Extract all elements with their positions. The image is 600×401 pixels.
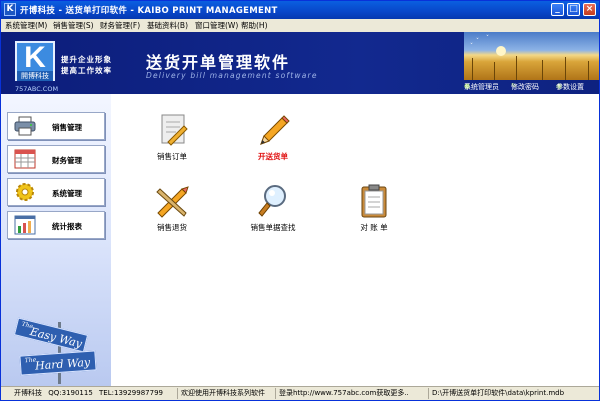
hard-way-sign: The Hard Way xyxy=(19,350,97,376)
calendar-icon xyxy=(14,149,36,169)
bird-icon: ˇ xyxy=(486,35,489,42)
menu-window[interactable]: 窗口管理(W) xyxy=(195,20,238,31)
sidebar-item-finance[interactable]: 财务管理 xyxy=(7,145,105,173)
logo-letter: K xyxy=(24,41,46,74)
menu-bar: 系统管理(M) 销售管理(S) 财务管理(F) 基础资料(B) 窗口管理(W) … xyxy=(1,19,599,32)
close-button[interactable]: × xyxy=(583,3,596,16)
sidebar-item-system-label: 系统管理 xyxy=(52,189,82,198)
tools-cross-icon xyxy=(156,186,189,218)
bird-icon: ˇ xyxy=(470,43,473,50)
sidebar-item-reports[interactable]: 统计报表 xyxy=(7,211,105,239)
printer-icon xyxy=(14,116,36,136)
status-company: 开博科技 QQ:3190115 TEL:13929987799 xyxy=(11,388,171,399)
sidebar-item-reports-label: 统计报表 xyxy=(52,222,82,231)
magnifier-icon xyxy=(258,185,286,217)
banner-subtitle: Delivery bill management software xyxy=(146,71,318,80)
order-document-icon xyxy=(161,114,188,146)
tile-find-sales-document-label: 销售单据查找 xyxy=(250,223,296,232)
application-window: K 开博科技 - 送货单打印软件 - KAIBO PRINT MANAGEMEN… xyxy=(0,0,600,401)
menu-sales[interactable]: 销售管理(S) xyxy=(53,20,94,31)
tile-sales-return-label: 销售退货 xyxy=(157,223,187,232)
status-welcome: 欢迎使用开博科技系列软件 xyxy=(177,388,272,399)
admin-link-label: 系统管理员 xyxy=(464,83,499,91)
tile-statement[interactable]: 对 账 单 xyxy=(329,183,419,243)
wheat-stalk xyxy=(565,57,566,80)
tile-create-delivery-note-label: 开送货单 xyxy=(258,152,288,161)
sidebar-item-finance-label: 财务管理 xyxy=(52,156,82,165)
menu-help[interactable]: 帮助(H) xyxy=(241,20,268,31)
wheat-stalk xyxy=(494,62,495,80)
wheat-stalk xyxy=(472,58,473,80)
header-banner: K 開博科技 757ABC.COM 提升企业形象 提高工作效率 送货开单管理软件… xyxy=(1,32,599,94)
settings-link-label: 参数设置 xyxy=(556,83,584,91)
menu-system[interactable]: 系统管理(M) xyxy=(5,20,47,31)
logo-brand: 開博科技 xyxy=(17,71,53,81)
chart-icon xyxy=(14,215,36,235)
sidebar-item-system[interactable]: 系统管理 xyxy=(7,178,105,206)
sidebar-item-sales-label: 销售管理 xyxy=(52,123,82,132)
sun-graphic xyxy=(496,46,506,56)
banner-title: 送货开单管理软件 xyxy=(146,53,291,72)
wheat-stalk xyxy=(542,60,543,80)
sidebar: 销售管理 财务管理 系统管理 统计报表 The Easy Way The Har… xyxy=(1,94,111,386)
tile-sales-order-label: 销售订单 xyxy=(157,152,187,161)
gear-icon xyxy=(16,183,34,201)
company-logo: K 開博科技 xyxy=(15,41,55,81)
minimize-button[interactable]: _ xyxy=(551,3,564,16)
tile-create-delivery-note[interactable]: 开送货单 xyxy=(228,112,318,172)
menu-finance[interactable]: 财务管理(F) xyxy=(100,20,140,31)
main-content: 销售订单 开送货单 销售退货 销售单据查找 对 账 单 xyxy=(111,94,599,386)
status-qq: QQ:3190115 xyxy=(48,389,93,397)
menu-basic-data[interactable]: 基础资料(B) xyxy=(147,20,188,31)
change-password-label: 修改密码 xyxy=(511,83,539,91)
tile-find-sales-document[interactable]: 销售单据查找 xyxy=(228,183,318,243)
tile-sales-return[interactable]: 销售退货 xyxy=(127,183,217,243)
bird-icon: ˇ xyxy=(476,38,479,45)
wheat-field-image: ˇ ˇ ˇ xyxy=(464,32,599,80)
easy-way-sign: The Easy Way xyxy=(13,317,89,353)
slogan-line-1: 提升企业形象 xyxy=(61,55,112,64)
title-bar[interactable]: K 开博科技 - 送货单打印软件 - KAIBO PRINT MANAGEMEN… xyxy=(1,1,599,19)
slogan-line-2: 提高工作效率 xyxy=(61,66,112,75)
wheat-stalk xyxy=(516,56,517,80)
clipboard-icon xyxy=(361,184,387,218)
status-bar: 开博科技 QQ:3190115 TEL:13929987799 欢迎使用开博科技… xyxy=(1,386,599,400)
app-icon: K xyxy=(4,3,16,16)
logo-url: 757ABC.COM xyxy=(15,85,59,93)
status-company-name: 开博科技 xyxy=(14,389,42,397)
pencil-icon xyxy=(260,115,290,145)
sidebar-item-sales[interactable]: 销售管理 xyxy=(7,112,105,140)
wheat-stalk xyxy=(588,61,589,80)
tile-statement-label: 对 账 单 xyxy=(360,223,388,232)
maximize-button[interactable]: □ xyxy=(567,3,580,16)
status-tel: TEL:13929987799 xyxy=(99,389,163,397)
window-title: 开博科技 - 送货单打印软件 - KAIBO PRINT MANAGEMENT xyxy=(20,6,278,16)
header-links: ● 系统管理员 ✎ 修改密码 ◉ 参数设置 xyxy=(464,82,599,94)
status-login-hint: 登录http://www.757abc.com获取更多.. xyxy=(275,388,425,399)
tile-sales-order[interactable]: 销售订单 xyxy=(127,112,217,172)
status-db-path: D:\开博送货单打印软件\data\kprint.mdb xyxy=(428,388,598,399)
